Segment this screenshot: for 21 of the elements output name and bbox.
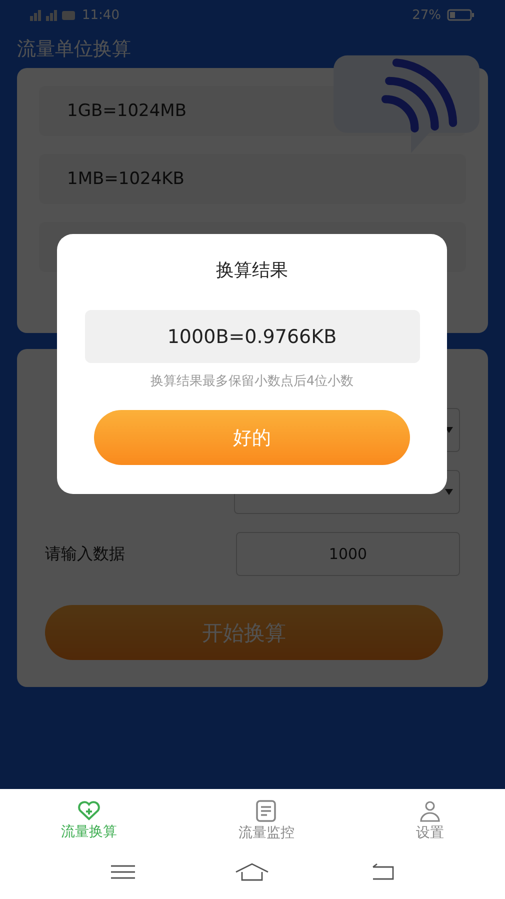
person-icon <box>419 800 442 822</box>
signal-icon <box>30 9 76 21</box>
caret-icon <box>445 489 453 495</box>
result-note: 换算结果最多保留小数点后4位小数 <box>150 373 354 390</box>
heart-plus-icon <box>76 801 101 821</box>
ok-button[interactable]: 好的 <box>94 410 410 465</box>
menu-icon[interactable] <box>110 864 136 880</box>
dialog-title: 换算结果 <box>216 259 288 283</box>
battery-icon <box>447 9 475 21</box>
nav-tab[interactable]: 设置 <box>400 800 460 842</box>
nav-tab[interactable]: 流量换算 <box>44 801 133 841</box>
battery-level: 27% <box>412 8 441 22</box>
home-icon[interactable] <box>235 863 270 881</box>
start-button[interactable]: 开始换算 <box>45 605 443 660</box>
page-title: 流量单位换算 <box>17 37 132 62</box>
status-time: 11:40 <box>82 8 120 22</box>
nav-tab[interactable]: 流量监控 <box>222 800 310 842</box>
input-field[interactable]: 1000 <box>236 532 460 576</box>
field-label: 请输入数据 <box>45 544 125 564</box>
result-text: 1000B=0.9766KB <box>84 310 420 363</box>
document-icon <box>255 800 278 822</box>
